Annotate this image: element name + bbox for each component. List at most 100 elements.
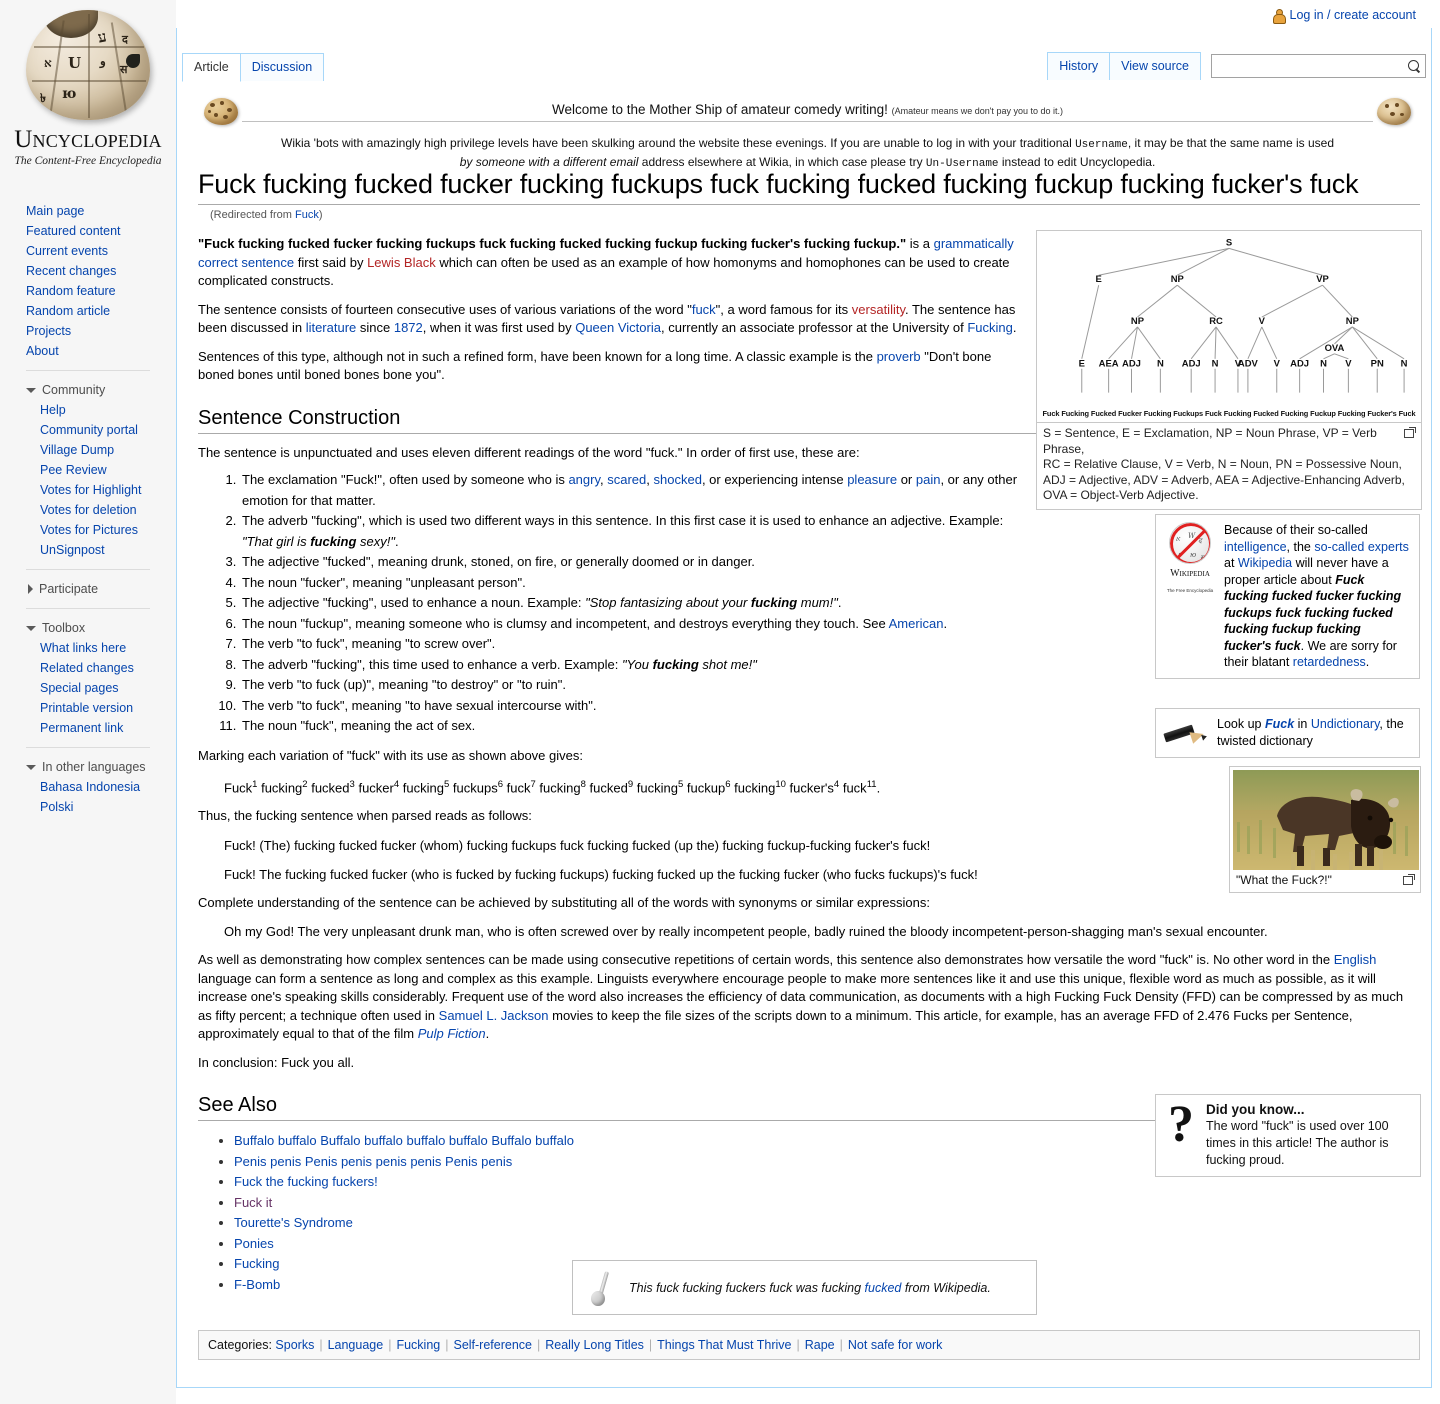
tree-legend: S = Sentence, E = Exclamation, NP = Noun… (1037, 422, 1421, 509)
sidebar-group-label: Participate (39, 582, 99, 596)
sidebar-item-votes-for-highlight[interactable]: Votes for Highlight (40, 480, 150, 500)
sidebar-item-unsignpost[interactable]: UnSignpost (40, 540, 150, 560)
search-icon[interactable] (1408, 59, 1421, 73)
category-link-self-reference[interactable]: Self-reference (453, 1338, 532, 1352)
category-link-language[interactable]: Language (328, 1338, 384, 1352)
link-undictionary[interactable]: Undictionary (1311, 717, 1380, 731)
link-fuck[interactable]: fuck (692, 302, 716, 317)
link-retardedness[interactable]: retardedness (1293, 655, 1366, 669)
tab-history[interactable]: History (1047, 52, 1111, 80)
sidebar-item-village-dump[interactable]: Village Dump (40, 440, 150, 460)
link-f-bomb[interactable]: F-Bomb (234, 1277, 280, 1292)
link-fuck-it[interactable]: Fuck it (234, 1195, 272, 1210)
link-ponies[interactable]: Ponies (234, 1236, 274, 1251)
dyk-title: Did you know... (1206, 1102, 1305, 1117)
link-fucking[interactable]: Fucking (234, 1256, 280, 1271)
marked-superscript: 7 (530, 779, 536, 790)
sidebar-group-header-toolbox[interactable]: Toolbox (26, 618, 150, 638)
sidebar-group-header-participate[interactable]: Participate (26, 579, 150, 599)
link-fuck-the-fucking-fuckers[interactable]: Fuck the fucking fuckers! (234, 1174, 378, 1189)
link-penis-penis-penis-penis-penis-penis-penis-penis[interactable]: Penis penis Penis penis penis penis Peni… (234, 1154, 512, 1169)
sidebar-item-about[interactable]: About (26, 341, 150, 361)
link-1872[interactable]: 1872 (394, 320, 423, 335)
link-queen-victoria[interactable]: Queen Victoria (575, 320, 661, 335)
category-separator: | (796, 1338, 800, 1352)
search-box[interactable] (1211, 54, 1426, 78)
sidebar-item-featured-content[interactable]: Featured content (26, 221, 150, 241)
redirect-source-link[interactable]: Fuck (295, 209, 319, 221)
marked-word: fuck (842, 780, 867, 796)
link-wikipedia[interactable]: Wikipedia (1238, 556, 1292, 570)
sidebar-group-header-in-other-languages[interactable]: In other languages (26, 757, 150, 777)
category-link-really-long-titles[interactable]: Really Long Titles (545, 1338, 644, 1352)
sidebar-item-polski[interactable]: Polski (40, 797, 150, 817)
wikipedia-banned-logo: א W द و ю स Wikipedia The Free Encyclope… (1164, 522, 1216, 671)
link-buffalo-buffalo-buffalo-buffalo-buffalo-buffalo-buffalo-buffalo[interactable]: Buffalo buffalo Buffalo buffalo buffalo … (234, 1133, 574, 1148)
sidebar-item-permanent-link[interactable]: Permanent link (40, 718, 150, 738)
sidebar-item-random-feature[interactable]: Random feature (26, 281, 150, 301)
category-link-not-safe-for-work[interactable]: Not safe for work (848, 1338, 942, 1352)
category-separator: | (839, 1338, 843, 1352)
category-link-rape[interactable]: Rape (805, 1338, 835, 1352)
sidebar-group-header-community[interactable]: Community (26, 380, 150, 400)
sidebar-item-current-events[interactable]: Current events (26, 241, 150, 261)
link-american[interactable]: American (889, 616, 944, 631)
link-fucked-spork[interactable]: fucked (865, 1281, 902, 1295)
link-samuel-l-jackson[interactable]: Samuel L. Jackson (439, 1008, 549, 1023)
sidebar-item-community-portal[interactable]: Community portal (40, 420, 150, 440)
spork-icon (587, 1269, 621, 1307)
reading-text: . (395, 533, 399, 549)
marked-word: fucking (734, 780, 776, 796)
sidebar-subitems: Bahasa Indonesia Polski (26, 777, 150, 817)
sidebar-item-main-page[interactable]: Main page (26, 201, 150, 221)
dyk-text: The word "fuck" is used over 100 times i… (1206, 1119, 1389, 1167)
sidebar-item-projects[interactable]: Projects (26, 321, 150, 341)
tab-article[interactable]: Article (182, 53, 241, 82)
link-lewis-black[interactable]: Lewis Black (367, 255, 436, 270)
link-intelligence[interactable]: intelligence (1224, 540, 1287, 554)
link-so-called-experts[interactable]: so-called experts (1314, 540, 1409, 554)
sidebar-item-recent-changes[interactable]: Recent changes (26, 261, 150, 281)
sidebar-item-bahasa-indonesia[interactable]: Bahasa Indonesia (40, 777, 150, 797)
tree-legend-line-1: S = Sentence, E = Exclamation, NP = Noun… (1043, 426, 1377, 456)
link-english[interactable]: English (1334, 952, 1377, 967)
sidebar-item-pee-review[interactable]: Pee Review (40, 460, 150, 480)
link-angry[interactable]: angry (568, 472, 600, 487)
tab-discussion[interactable]: Discussion (240, 53, 325, 81)
link-proverb[interactable]: proverb (877, 349, 921, 364)
reading-item: The adjective "fucking", used to enhance… (240, 593, 1026, 614)
reading-example-italic-start: "Stop fantasizing about your (585, 595, 751, 610)
sidebar-item-random-article[interactable]: Random article (26, 301, 150, 321)
link-tourette-s-syndrome[interactable]: Tourette's Syndrome (234, 1215, 353, 1230)
login-create-account-link[interactable]: Log in / create account (1290, 8, 1416, 22)
bison-photo[interactable] (1233, 770, 1419, 870)
link-fucking-university[interactable]: Fucking (967, 320, 1013, 335)
enlarge-icon-thumb[interactable] (1403, 874, 1415, 885)
sidebar-item-printable-version[interactable]: Printable version (40, 698, 150, 718)
marked-sentence: Fuck1 fucking2 fucked3 fucker4 fucking5 … (224, 775, 1026, 797)
sidebar-item-votes-for-pictures[interactable]: Votes for Pictures (40, 520, 150, 540)
sidebar-group-participate: Participate (26, 569, 150, 599)
enlarge-icon[interactable] (1404, 427, 1416, 438)
parse-reading-2: Fuck! The fucking fucked fucker (who is … (224, 866, 978, 882)
link-pleasure[interactable]: pleasure (847, 472, 897, 487)
category-link-things-that-must-thrive[interactable]: Things That Must Thrive (657, 1338, 791, 1352)
sidebar-item-related-changes[interactable]: Related changes (40, 658, 150, 678)
category-link-fucking[interactable]: Fucking (396, 1338, 440, 1352)
sidebar-item-special-pages[interactable]: Special pages (40, 678, 150, 698)
search-input[interactable] (1218, 58, 1408, 74)
link-versatility[interactable]: versatility (852, 302, 905, 317)
sidebar-item-help[interactable]: Help (40, 400, 150, 420)
sidebar-item-votes-for-deletion[interactable]: Votes for deletion (40, 500, 150, 520)
link-pain[interactable]: pain (916, 472, 941, 487)
link-pulp-fiction[interactable]: Pulp Fiction (418, 1026, 486, 1041)
tree-pos-1: E (1079, 359, 1085, 370)
link-scared[interactable]: scared (607, 472, 646, 487)
marked-word: fuck (506, 780, 531, 796)
tab-view-source[interactable]: View source (1110, 52, 1201, 80)
site-logo[interactable]: ע द א U و ю ৳ स Uncyclopedia The Content… (0, 0, 176, 167)
category-link-sporks[interactable]: Sporks (275, 1338, 314, 1352)
sidebar-item-what-links-here[interactable]: What links here (40, 638, 150, 658)
link-literature[interactable]: literature (306, 320, 357, 335)
link-shocked[interactable]: shocked (654, 472, 702, 487)
